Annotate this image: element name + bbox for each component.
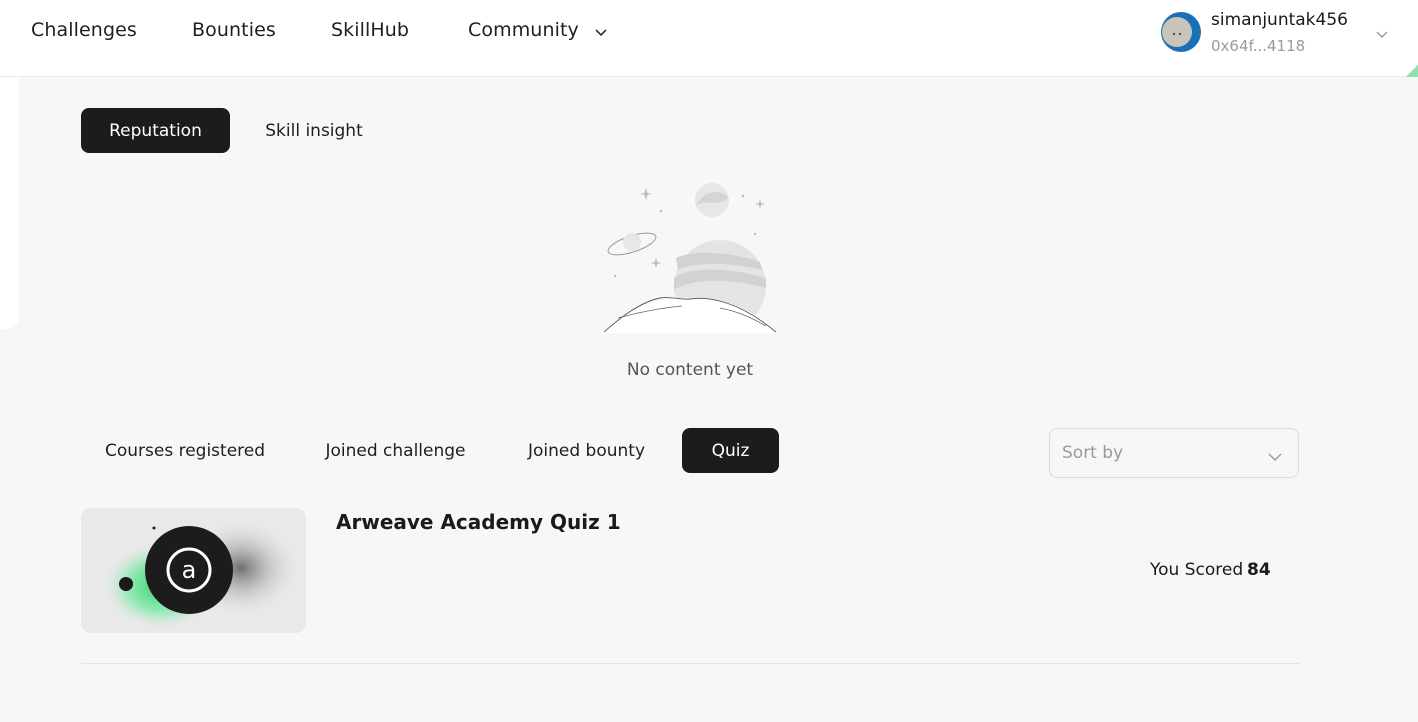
username[interactable]: simanjuntak456 <box>1211 10 1348 30</box>
tab-joined-challenge[interactable]: Joined challenge <box>314 428 477 473</box>
empty-state-text: No content yet <box>626 360 754 380</box>
nav-skillhub[interactable]: SkillHub <box>331 19 409 41</box>
score-value: 84 <box>1247 560 1271 580</box>
tab-skill-insight[interactable]: Skill insight <box>250 108 378 153</box>
score-label: You Scored <box>1150 560 1244 580</box>
chevron-down-icon[interactable] <box>1376 24 1388 43</box>
nav-bounties[interactable]: Bounties <box>192 19 276 41</box>
quiz-thumbnail[interactable]: a <box>81 508 306 633</box>
nav-community[interactable]: Community <box>468 19 607 42</box>
tab-reputation[interactable]: Reputation <box>81 108 230 153</box>
tab-courses-registered[interactable]: Courses registered <box>96 428 274 473</box>
sort-by-placeholder: Sort by <box>1062 443 1124 463</box>
nav-community-label: Community <box>468 19 579 41</box>
corner-accent <box>1406 64 1418 77</box>
side-panel-edge <box>0 77 19 329</box>
tab-quiz[interactable]: Quiz <box>682 428 779 473</box>
empty-state-illustration <box>600 178 780 338</box>
quiz-title[interactable]: Arweave Academy Quiz 1 <box>336 510 621 534</box>
chevron-down-icon <box>1268 447 1282 466</box>
tab-joined-bounty[interactable]: Joined bounty <box>516 428 657 473</box>
svg-text:a: a <box>182 556 197 584</box>
nav-challenges[interactable]: Challenges <box>31 19 137 41</box>
avatar[interactable] <box>1161 12 1201 52</box>
chevron-down-icon <box>595 20 607 42</box>
divider <box>81 663 1300 664</box>
sort-by-select[interactable]: Sort by <box>1049 428 1299 478</box>
wallet-address: 0x64f...4118 <box>1211 37 1306 55</box>
top-navigation-bar: Challenges Bounties SkillHub Community s… <box>0 0 1418 77</box>
